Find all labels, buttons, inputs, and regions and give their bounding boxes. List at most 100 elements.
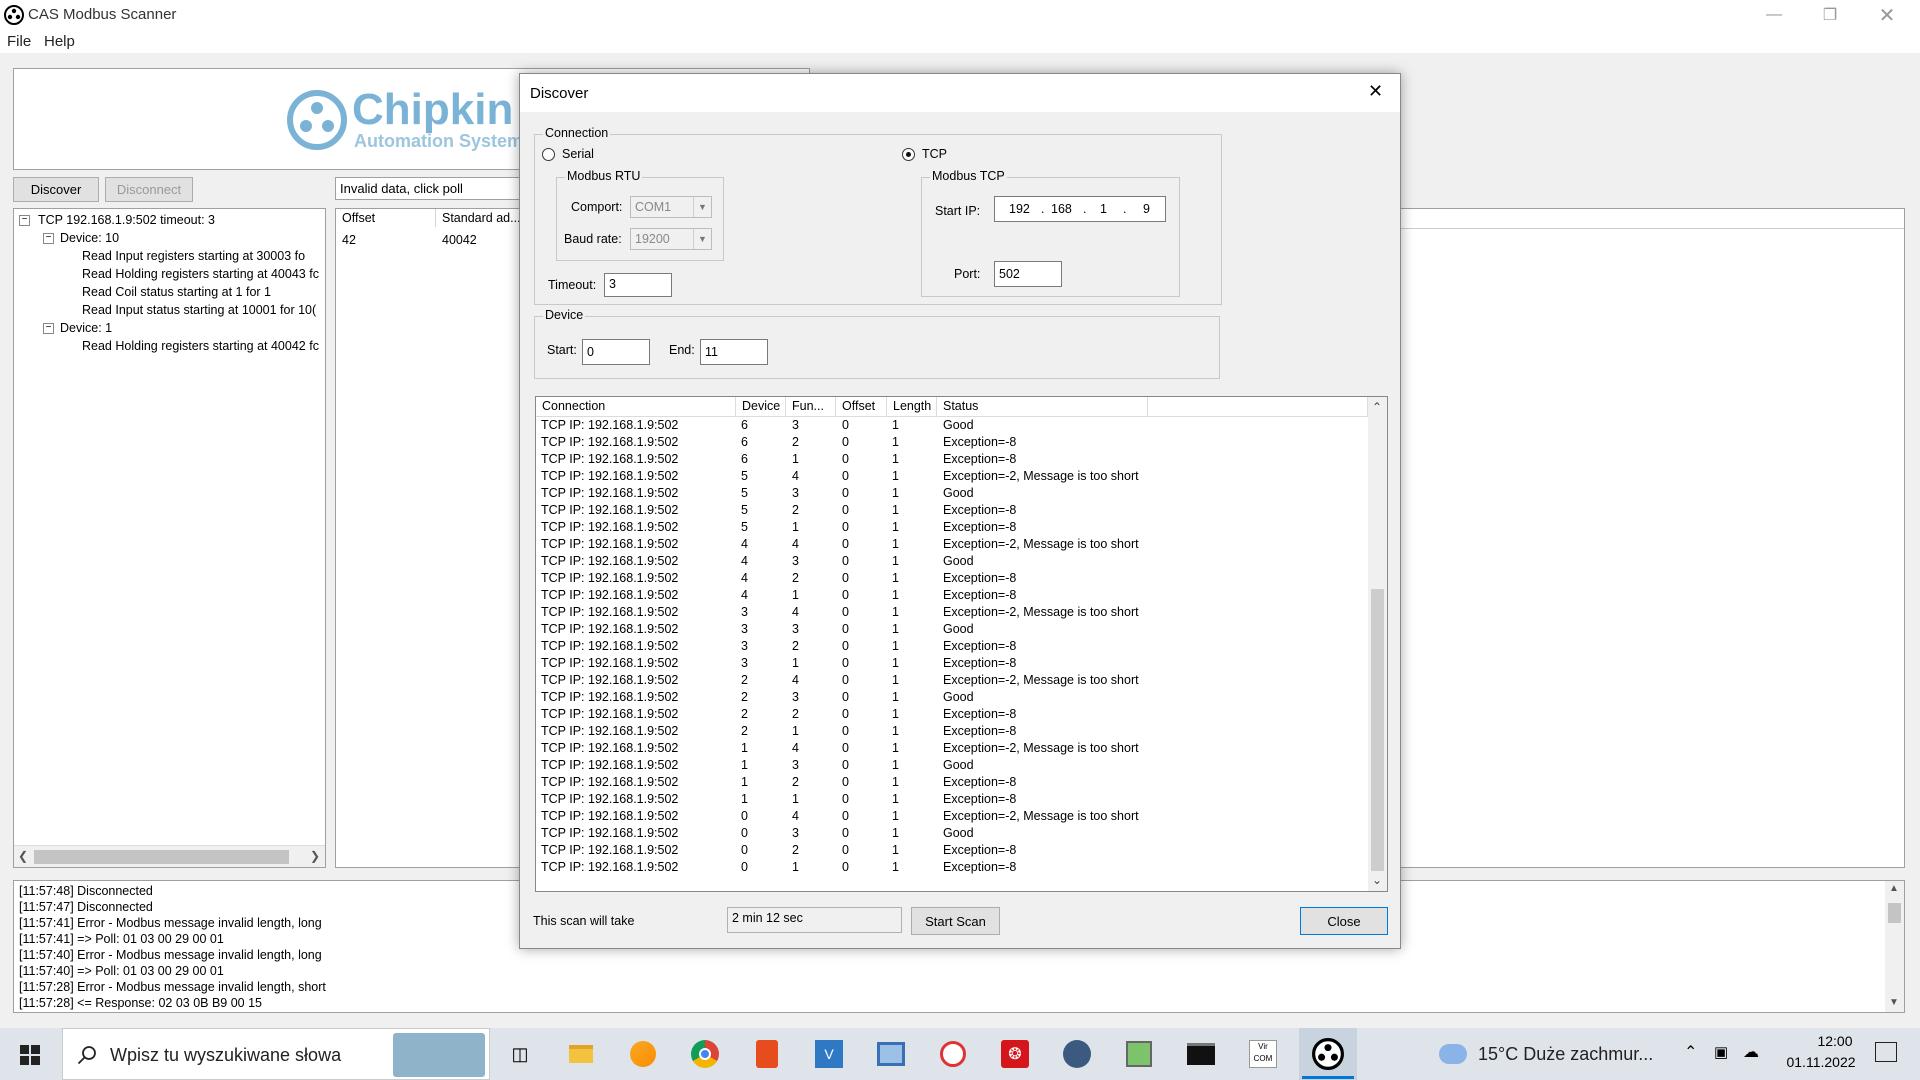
list-item[interactable]: TCP IP: 192.168.1.9:502 3 1 0 1 Exception=-8 [536,655,1366,672]
column-header[interactable]: Device [736,397,786,417]
port-input[interactable]: 502 [994,261,1062,287]
start-input[interactable]: 0 [582,339,650,365]
list-item[interactable]: TCP IP: 192.168.1.9:502 4 2 0 1 Exception=-8 [536,570,1366,587]
list-item[interactable]: TCP IP: 192.168.1.9:502 5 3 0 1 Good [536,485,1366,502]
scrollbar-thumb[interactable] [34,850,289,864]
list-item[interactable]: TCP IP: 192.168.1.9:502 2 1 0 1 Exception=-8 [536,723,1366,740]
list-item[interactable]: TCP IP: 192.168.1.9:502 5 2 0 1 Exception=-8 [536,502,1366,519]
network-icon[interactable] [873,1036,909,1072]
list-item[interactable]: TCP IP: 192.168.1.9:502 0 3 0 1 Good [536,825,1366,842]
vircom-icon[interactable]: Vir COM [1245,1036,1281,1072]
scroll-up-icon[interactable]: ⌃ [1372,400,1382,414]
scroll-down-icon[interactable]: ▼ [1889,997,1899,1008]
scan-results-list[interactable]: Connection Device Fun... Offset Length S… [535,396,1388,892]
cloud-icon[interactable]: ☁ [1743,1042,1759,1062]
start-ip-input[interactable]: 192 . 168 . 1 . 9 [994,196,1166,222]
windows-start-icon[interactable] [20,1045,40,1065]
timeout-input[interactable]: 3 [604,273,672,297]
scroll-right-icon[interactable]: ❯ [310,849,320,863]
task-view-icon[interactable]: ◫ [502,1036,538,1072]
list-item[interactable]: TCP IP: 192.168.1.9:502 6 1 0 1 Exception=-8 [536,451,1366,468]
cas-app-icon[interactable] [1312,1038,1344,1070]
tree-item[interactable]: Read Coil status starting at 1 for 1 [82,285,271,299]
minimize-icon[interactable]: — [1745,0,1803,30]
list-item[interactable]: TCP IP: 192.168.1.9:502 0 4 0 1 Exception=-2,… [536,808,1366,825]
baud-select[interactable]: 19200 ▼ [630,228,712,250]
list-item[interactable]: TCP IP: 192.168.1.9:502 3 3 0 1 Good [536,621,1366,638]
horizontal-scrollbar[interactable]: ❮ ❯ [14,845,325,867]
list-item[interactable]: TCP IP: 192.168.1.9:502 2 4 0 1 Exception=-2,… [536,672,1366,689]
scrollbar-thumb[interactable] [1888,903,1901,923]
scrollbar-thumb[interactable] [1371,589,1384,871]
list-item[interactable]: TCP IP: 192.168.1.9:502 6 3 0 1 Good [536,417,1366,434]
paint-icon[interactable] [935,1036,971,1072]
edge-icon[interactable] [625,1036,661,1072]
menu-file[interactable]: File [7,33,31,50]
notifications-icon[interactable] [1875,1042,1897,1062]
list-item[interactable]: TCP IP: 192.168.1.9:502 1 1 0 1 Exception=-8 [536,791,1366,808]
search-box[interactable]: Wpisz tu wyszukiwane słowa [62,1028,490,1080]
column-header[interactable]: Fun... [786,397,836,417]
list-item[interactable]: TCP IP: 192.168.1.9:502 0 1 0 1 Exception=-8 [536,859,1366,876]
list-item[interactable]: TCP IP: 192.168.1.9:502 4 3 0 1 Good [536,553,1366,570]
tcp-radio[interactable] [902,148,915,161]
tree-device-10[interactable]: Device: 10 [60,231,119,245]
column-header[interactable]: Connection [536,397,736,417]
start-scan-button[interactable]: Start Scan [911,907,1000,935]
list-item[interactable]: TCP IP: 192.168.1.9:502 1 3 0 1 Good [536,757,1366,774]
list-item[interactable]: TCP IP: 192.168.1.9:502 2 3 0 1 Good [536,689,1366,706]
serial-radio[interactable] [542,148,555,161]
list-item[interactable]: TCP IP: 192.168.1.9:502 4 1 0 1 Exception=-8 [536,587,1366,604]
menu-help[interactable]: Help [44,33,75,50]
tree-item[interactable]: Read Holding registers starting at 40042… [82,339,319,353]
vertical-scrollbar[interactable]: ⌃ ⌄ [1368,397,1387,891]
column-header[interactable]: Status [937,397,1148,417]
tree-item[interactable]: Read Holding registers starting at 40043… [82,267,319,281]
collapse-icon[interactable]: − [43,233,54,244]
meet-icon[interactable]: ▣ [1714,1043,1728,1061]
list-item[interactable]: TCP IP: 192.168.1.9:502 3 4 0 1 Exception=-2,… [536,604,1366,621]
restore-icon[interactable]: ❐ [1801,0,1859,30]
tree-root[interactable]: TCP 192.168.1.9:502 timeout: 3 [38,213,215,227]
column-header[interactable]: Length [887,397,937,417]
column-header[interactable]: Offset [836,397,887,417]
office-icon[interactable] [749,1036,785,1072]
terminal-icon[interactable] [1183,1036,1219,1072]
app-icon[interactable] [1059,1036,1095,1072]
chrome-icon[interactable] [687,1036,723,1072]
list-item[interactable]: TCP IP: 192.168.1.9:502 4 4 0 1 Exception=-2,… [536,536,1366,553]
list-item[interactable]: TCP IP: 192.168.1.9:502 1 4 0 1 Exception=-2,… [536,740,1366,757]
clock-date[interactable]: 01.11.2022 [1775,1054,1867,1070]
scroll-left-icon[interactable]: ❮ [18,849,28,863]
clock-time[interactable]: 12:00 [1795,1033,1875,1049]
chevron-up-icon[interactable]: ⌃ [1684,1042,1697,1062]
disconnect-button[interactable]: Disconnect [105,177,193,202]
file-explorer-icon[interactable] [563,1036,599,1072]
weather-text[interactable]: 15°C Duże zachmur... [1478,1044,1653,1065]
column-header[interactable]: Offset [336,209,436,227]
collapse-icon[interactable]: − [43,323,54,334]
collapse-icon[interactable]: − [19,215,30,226]
scroll-down-icon[interactable]: ⌄ [1372,873,1382,887]
discover-button[interactable]: Discover [13,177,99,202]
vc-icon[interactable]: V [811,1036,847,1072]
close-button[interactable]: Close [1300,907,1388,935]
list-item[interactable]: TCP IP: 192.168.1.9:502 1 2 0 1 Exception=-8 [536,774,1366,791]
weather-icon[interactable] [1439,1044,1467,1064]
tree-item[interactable]: Read Input registers starting at 30003 f… [82,249,305,263]
scroll-up-icon[interactable]: ▲ [1889,883,1899,894]
image-icon[interactable] [1121,1036,1157,1072]
column-header[interactable]: Standard ad... [436,209,526,227]
comport-select[interactable]: COM1 ▼ [630,196,712,218]
list-item[interactable]: TCP IP: 192.168.1.9:502 0 2 0 1 Exception=-8 [536,842,1366,859]
list-item[interactable]: TCP IP: 192.168.1.9:502 2 2 0 1 Exception=-8 [536,706,1366,723]
tree-device-1[interactable]: Device: 1 [60,321,112,335]
list-item[interactable]: TCP IP: 192.168.1.9:502 6 2 0 1 Exception=-8 [536,434,1366,451]
list-item[interactable]: TCP IP: 192.168.1.9:502 3 2 0 1 Exception=-8 [536,638,1366,655]
device-tree[interactable]: − TCP 192.168.1.9:502 timeout: 3 − Devic… [13,208,326,868]
list-item[interactable]: TCP IP: 192.168.1.9:502 5 1 0 1 Exception=-8 [536,519,1366,536]
close-icon[interactable]: ✕ [1368,81,1383,102]
list-item[interactable]: TCP IP: 192.168.1.9:502 5 4 0 1 Exception=-2,… [536,468,1366,485]
tree-item[interactable]: Read Input status starting at 10001 for … [82,303,316,317]
acrobat-icon[interactable]: ❂ [997,1036,1033,1072]
